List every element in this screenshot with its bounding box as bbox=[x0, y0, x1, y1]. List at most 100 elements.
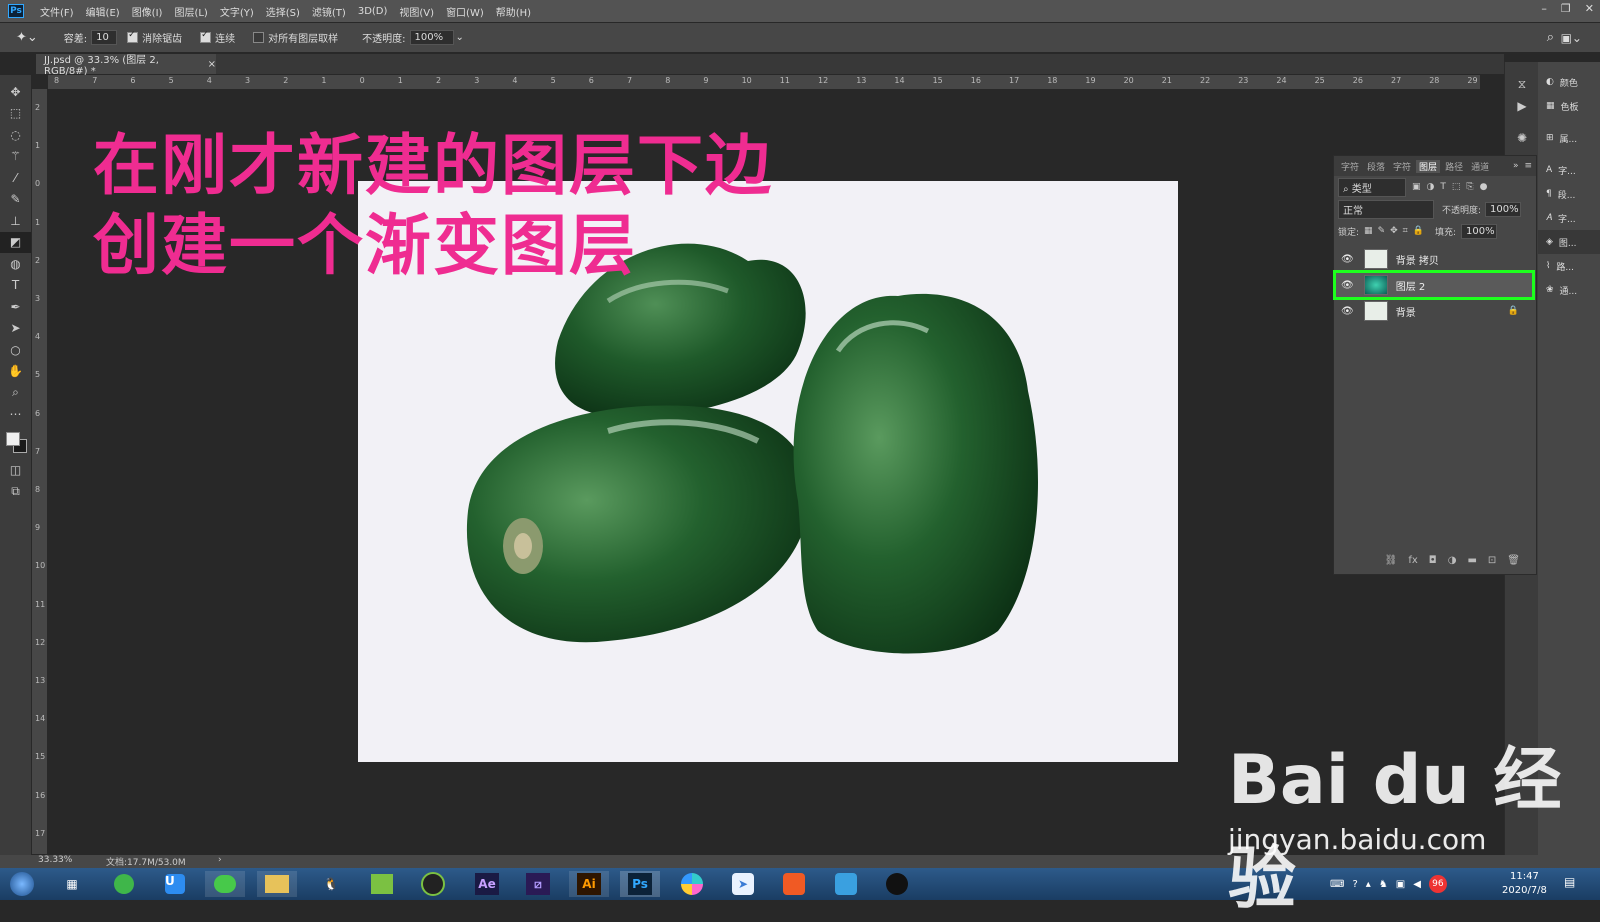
search-icon[interactable]: ⌕ bbox=[1547, 30, 1554, 45]
sample-all-layers-checkbox[interactable] bbox=[253, 32, 265, 43]
adjustment-icon[interactable]: ◑ bbox=[1448, 555, 1457, 566]
messenger-icon[interactable]: ᑌ bbox=[155, 871, 195, 897]
dock-character[interactable]: A 字... bbox=[1538, 158, 1600, 182]
layer-opacity-input[interactable]: 100% bbox=[1485, 201, 1522, 217]
calculator-icon[interactable]: ▦ bbox=[52, 871, 92, 897]
status-expand-icon[interactable]: › bbox=[218, 855, 222, 865]
panel-menu-icon[interactable]: ≡ bbox=[1520, 161, 1536, 171]
fill-input[interactable]: 100% bbox=[1461, 223, 1497, 239]
lock-artboard-icon[interactable]: ⌗ bbox=[1403, 226, 1408, 236]
link-icon[interactable]: ⛓ bbox=[1385, 555, 1398, 566]
dock-glyphs[interactable]: 𝐴 字... bbox=[1538, 206, 1600, 230]
menu-image[interactable]: 图像(I) bbox=[126, 4, 169, 19]
menu-select[interactable]: 选择(S) bbox=[260, 4, 306, 19]
zoom-tool-icon[interactable]: ⌕ bbox=[0, 382, 31, 404]
start-button-icon[interactable] bbox=[4, 871, 40, 897]
layer-row[interactable]: 👁 背景 🔒 bbox=[1335, 298, 1533, 324]
after-effects-icon[interactable]: Ae bbox=[467, 871, 507, 897]
browser-icon[interactable] bbox=[104, 871, 144, 897]
fx-icon[interactable]: fx bbox=[1408, 555, 1417, 566]
new-layer-icon[interactable]: ⊡ bbox=[1488, 555, 1496, 566]
blend-mode-select[interactable]: 正常 bbox=[1338, 199, 1434, 219]
photoshop-taskbar-icon[interactable]: Ps bbox=[620, 871, 660, 897]
pinwheel-app-icon[interactable] bbox=[672, 871, 712, 897]
lasso-tool-icon[interactable]: ◌ bbox=[0, 124, 31, 146]
workspace-icon[interactable]: ▣⌄ bbox=[1561, 31, 1582, 45]
document-tab[interactable]: JJ.psd @ 33.3% (图层 2, RGB/8#) * × bbox=[36, 54, 216, 77]
type-tool-icon[interactable]: T bbox=[0, 275, 31, 297]
layer-row[interactable]: 👁 图层 2 bbox=[1333, 270, 1535, 300]
menu-layer[interactable]: 图层(L) bbox=[168, 4, 213, 19]
opacity-dropdown-icon[interactable]: ⌄ bbox=[456, 32, 464, 43]
tab-channels[interactable]: 通道 bbox=[1468, 160, 1492, 173]
layer-row[interactable]: 👁 背景 拷贝 bbox=[1335, 246, 1533, 272]
more-tools-icon[interactable]: ⋯ bbox=[0, 404, 31, 426]
document-tab-close-icon[interactable]: × bbox=[208, 59, 216, 70]
menu-filter[interactable]: 滤镜(T) bbox=[306, 4, 352, 19]
pen-app-icon[interactable] bbox=[413, 871, 453, 897]
dock-layers[interactable]: ◈ 图... bbox=[1538, 230, 1600, 254]
wechat-icon[interactable] bbox=[205, 871, 245, 897]
eraser-tool-icon[interactable]: ◩ bbox=[0, 231, 31, 253]
marquee-tool-icon[interactable]: ⬚ bbox=[0, 103, 31, 125]
stamp-tool-icon[interactable]: ⊥ bbox=[0, 210, 31, 232]
hand-tool-icon[interactable]: ✋ bbox=[0, 361, 31, 383]
magic-eraser-tool-icon[interactable]: ✦⌄ bbox=[16, 30, 38, 45]
filter-shape-icon[interactable]: ⬚ bbox=[1452, 182, 1461, 192]
dark-app-icon[interactable] bbox=[877, 871, 917, 897]
tab-layers[interactable]: 图层 bbox=[1416, 159, 1441, 173]
lock-move-icon[interactable]: ✥ bbox=[1390, 226, 1398, 236]
panel-expand-icon[interactable]: » bbox=[1513, 161, 1519, 171]
filter-adjust-icon[interactable]: ◑ bbox=[1427, 182, 1435, 192]
opacity-input[interactable]: 100% bbox=[409, 30, 454, 45]
tab-paragraph[interactable]: 段落 bbox=[1364, 160, 1388, 173]
premiere-like-icon[interactable]: ⧄ bbox=[518, 871, 558, 897]
visibility-eye-icon[interactable]: 👁 bbox=[1341, 306, 1354, 317]
filter-pixel-icon[interactable]: ▣ bbox=[1412, 182, 1421, 192]
zoom-level[interactable]: 33.33% bbox=[38, 855, 72, 865]
pdf-app-icon[interactable] bbox=[826, 871, 866, 897]
tab-character-2[interactable]: 字符 bbox=[1390, 160, 1414, 173]
tolerance-input[interactable]: 10 bbox=[91, 30, 118, 45]
filter-toggle-icon[interactable]: ● bbox=[1480, 182, 1488, 192]
menu-file[interactable]: 文件(F) bbox=[34, 4, 80, 19]
layer-filter-select[interactable]: ⌕ 类型 bbox=[1338, 177, 1406, 197]
app-green-icon[interactable] bbox=[362, 871, 402, 897]
close-button[interactable]: ✕ bbox=[1585, 2, 1594, 15]
actions-play-icon[interactable]: ▶ bbox=[1505, 96, 1539, 118]
folder-icon[interactable]: ▬ bbox=[1467, 555, 1476, 566]
dock-color[interactable]: ◐ 颜色 bbox=[1538, 70, 1600, 94]
color-swatch-icon[interactable] bbox=[0, 425, 31, 459]
antialias-checkbox[interactable] bbox=[127, 30, 139, 43]
move-tool-icon[interactable]: ✥ bbox=[0, 81, 31, 103]
brush-tool-icon[interactable]: ✎ bbox=[0, 189, 31, 211]
menu-edit[interactable]: 编辑(E) bbox=[80, 4, 126, 19]
illustrator-icon[interactable]: Ai bbox=[569, 871, 609, 897]
qq-icon[interactable]: 🐧 bbox=[311, 871, 351, 897]
magic-wand-tool-icon[interactable]: ⚚ bbox=[0, 146, 31, 168]
filter-type-icon[interactable]: T bbox=[1440, 182, 1446, 192]
screen-mode-icon[interactable]: ⧉ bbox=[0, 481, 31, 503]
media-player-icon[interactable] bbox=[774, 871, 814, 897]
lock-paint-icon[interactable]: ✎ bbox=[1378, 226, 1386, 236]
menu-help[interactable]: 帮助(H) bbox=[490, 4, 537, 19]
filter-smart-icon[interactable]: ⎘ bbox=[1466, 182, 1473, 192]
tab-character[interactable]: 字符 bbox=[1338, 160, 1362, 173]
visibility-eye-icon[interactable]: 👁 bbox=[1341, 280, 1354, 291]
adjustments-icon[interactable]: ✺ bbox=[1505, 127, 1539, 149]
menu-window[interactable]: 窗口(W) bbox=[440, 4, 490, 19]
dock-swatches[interactable]: ▦ 色板 bbox=[1538, 94, 1600, 118]
dock-properties[interactable]: ⊞ 属... bbox=[1538, 126, 1600, 150]
menu-view[interactable]: 视图(V) bbox=[393, 4, 440, 19]
trash-icon[interactable]: 🗑 bbox=[1507, 555, 1520, 566]
dock-channels[interactable]: ❀ 通... bbox=[1538, 278, 1600, 302]
dock-paragraph[interactable]: ¶ 段... bbox=[1538, 182, 1600, 206]
pen-tool-icon[interactable]: ✒ bbox=[0, 296, 31, 318]
quick-mask-icon[interactable]: ◫ bbox=[0, 459, 31, 481]
mask-icon[interactable]: ◘ bbox=[1429, 555, 1437, 566]
menu-type[interactable]: 文字(Y) bbox=[214, 4, 260, 19]
tab-paths[interactable]: 路径 bbox=[1442, 160, 1466, 173]
history-icon[interactable]: ⧖ bbox=[1505, 74, 1539, 96]
eyedropper-tool-icon[interactable]: ⁄ bbox=[0, 167, 31, 189]
menu-3d[interactable]: 3D(D) bbox=[352, 6, 394, 17]
